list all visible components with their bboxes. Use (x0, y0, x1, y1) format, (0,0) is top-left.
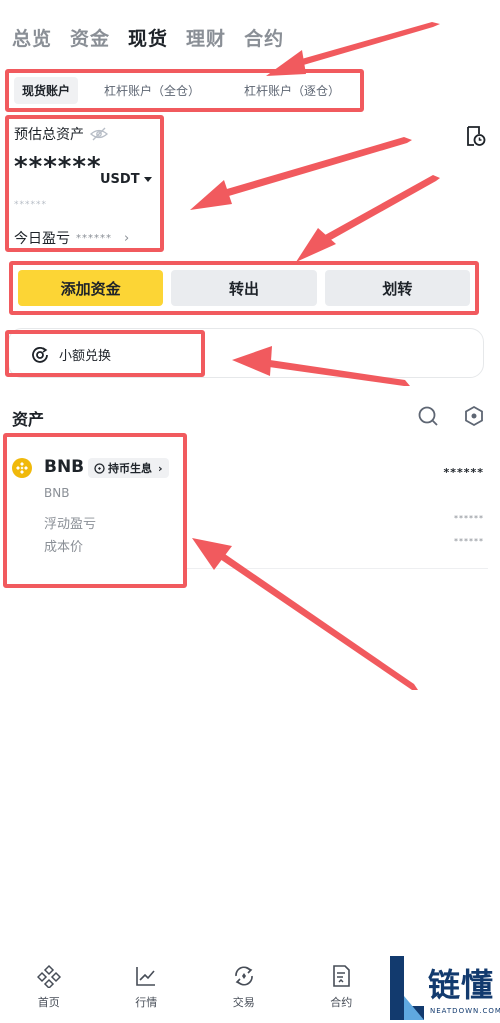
cost-price-value: ****** (454, 537, 484, 546)
floating-pnl-label: 浮动盈亏 (44, 517, 97, 532)
asset-row[interactable]: BNB 持币生息 › BNB 浮动盈亏 成本价 ****** ****** **… (6, 440, 488, 570)
tab-overview[interactable]: 总览 (12, 24, 52, 51)
coin-balance: ****** (443, 466, 484, 479)
floating-pnl-value: ****** (454, 514, 484, 523)
earn-badge[interactable]: 持币生息 › (88, 458, 169, 478)
subtab-isolated-margin[interactable]: 杠杆账户（逐仓） (232, 82, 352, 99)
fiat-value: ****** (14, 200, 47, 210)
nav-markets-label: 行情 (135, 996, 158, 1009)
nav-futures[interactable]: 合约 (293, 958, 391, 1023)
bottom-nav: 首页 行情 交易 合约 (0, 958, 390, 1023)
trade-swap-icon (234, 966, 253, 986)
withdraw-button[interactable]: 转出 (171, 270, 317, 306)
small-convert-content: 小额兑换 (31, 345, 111, 364)
coin-name: BNB (44, 486, 70, 500)
subtab-cross-margin[interactable]: 杠杆账户（全仓） (92, 82, 212, 99)
settings-hexagon-icon[interactable] (463, 405, 485, 427)
top-tab-bar: 总览 资金 现货 理财 合约 (12, 22, 284, 52)
nav-home[interactable]: 首页 (0, 958, 98, 1023)
add-funds-button[interactable]: 添加资金 (18, 270, 164, 306)
nav-trade-label: 交易 (232, 996, 255, 1009)
chevron-right-icon: › (124, 230, 130, 246)
watermark-subtitle: NEATDOWN.COM (430, 1007, 500, 1015)
currency-selector[interactable]: USDT (100, 172, 152, 187)
tab-spot[interactable]: 现货 (128, 24, 168, 51)
nav-trade[interactable]: 交易 (195, 958, 293, 1023)
transfer-button[interactable]: 划转 (324, 270, 470, 306)
earn-badge-label: 持币生息 (108, 462, 152, 475)
small-convert-card[interactable]: 小额兑换 (8, 328, 484, 378)
earn-icon (94, 462, 105, 474)
balance-label: 预估总资产 (14, 127, 84, 143)
action-bar: 添加资金 转出 划转 (12, 264, 476, 312)
nav-markets[interactable]: 行情 (98, 958, 196, 1023)
coin-symbol: BNB (44, 457, 85, 477)
balance-amount: ****** (14, 152, 102, 182)
history-icon[interactable] (464, 125, 486, 147)
today-pnl-label: 今日盈亏 (14, 231, 70, 247)
tab-funding[interactable]: 资金 (70, 24, 110, 51)
convert-icon (32, 346, 48, 363)
assets-title: 资产 (12, 410, 45, 429)
futures-doc-icon (333, 965, 351, 987)
account-sub-tabs: 现货账户 杠杆账户（全仓） 杠杆账户（逐仓） (10, 74, 362, 107)
subtab-spot-account[interactable]: 现货账户 (14, 77, 79, 104)
home-diamond-icon (36, 964, 61, 988)
balance-label-row: 预估总资产 (14, 124, 108, 144)
watermark-l-icon (390, 956, 424, 1020)
caret-down-icon (143, 177, 152, 182)
search-icon[interactable] (417, 405, 439, 427)
watermark-logo: 链懂 NEATDOWN.COM (388, 952, 500, 1023)
eye-off-icon[interactable] (90, 127, 108, 141)
balance-panel: 预估总资产 ****** USDT ****** 今日盈亏 ****** › (10, 118, 160, 250)
today-pnl-value: ****** (76, 232, 112, 244)
currency-label: USDT (100, 172, 140, 187)
watermark-title: 链懂 (428, 966, 495, 1004)
nav-futures-label: 合约 (330, 996, 353, 1009)
cost-price-label: 成本价 (44, 540, 84, 555)
small-convert-label: 小额兑换 (59, 349, 112, 364)
nav-home-label: 首页 (37, 996, 60, 1009)
tab-futures[interactable]: 合约 (244, 24, 284, 51)
row-divider (186, 568, 488, 569)
chart-trend-icon (136, 967, 156, 986)
today-pnl-row[interactable]: 今日盈亏 ****** › (14, 228, 129, 248)
tab-earn[interactable]: 理财 (186, 24, 226, 51)
bnb-coin-icon (12, 458, 32, 478)
chevron-right-icon: › (158, 461, 163, 475)
